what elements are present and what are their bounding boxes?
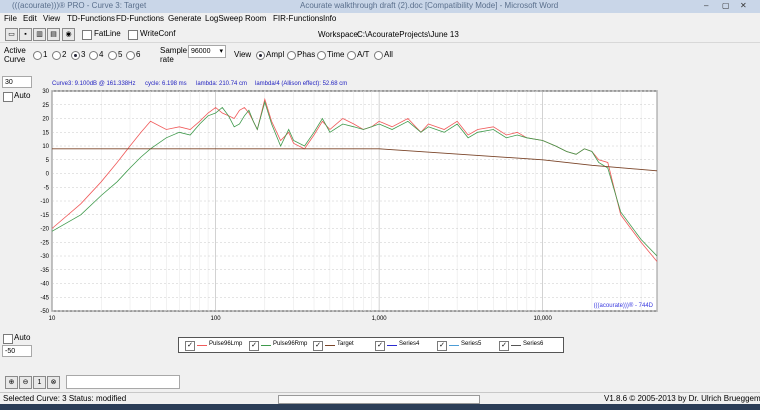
y-tick-label: -45 (40, 295, 49, 301)
legend-checkbox-6[interactable]: ✓ (499, 341, 509, 351)
reset-icon[interactable]: ⊗ (47, 376, 60, 389)
legend-swatch-6 (511, 345, 521, 346)
zoom-out-icon[interactable]: ⊖ (19, 376, 32, 389)
legend-label-6: Series6 (523, 341, 544, 347)
chart-watermark: (((acourate)))® - 744D (594, 302, 654, 309)
zoom-input[interactable] (66, 375, 180, 389)
y-tick-label: -30 (40, 254, 49, 260)
zoom-in-icon[interactable]: ⊕ (5, 376, 18, 389)
legend-label-2: Pulse96Rmp (273, 341, 308, 347)
y-tick-label: -35 (40, 268, 49, 274)
legend-swatch-5 (449, 345, 459, 346)
y-tick-label: 15 (42, 130, 49, 136)
y-tick-label: -10 (40, 199, 49, 205)
y-tick-label: 10 (42, 144, 49, 150)
y-tick-label: -5 (44, 185, 50, 191)
version-text: V1.8.6 © 2005-2013 by Dr. Ulrich Bruegge… (604, 394, 760, 403)
legend-label-1: Pulse96Lmp (209, 341, 243, 347)
y-tick-label: -15 (40, 213, 49, 219)
legend-swatch-2 (261, 345, 271, 346)
legend-label-4: Series4 (399, 341, 420, 347)
legend-label-3: Target (337, 341, 354, 347)
os-taskbar (0, 404, 760, 410)
legend-checkbox-3[interactable]: ✓ (313, 341, 323, 351)
y-tick-label: 25 (42, 103, 49, 109)
status-text: Selected Curve: 3 Status: modified (3, 394, 127, 403)
legend-checkbox-1[interactable]: ✓ (185, 341, 195, 351)
y-tick-label: 5 (46, 158, 50, 164)
legend-swatch-4 (387, 345, 397, 346)
x-tick-label: 10,000 (533, 316, 552, 322)
y-tick-label: 0 (46, 172, 50, 178)
y-tick-label: 30 (42, 89, 49, 95)
legend-label-5: Series5 (461, 341, 482, 347)
x-tick-label: 10 (49, 316, 56, 322)
x-tick-label: 1,000 (372, 316, 388, 322)
y-tick-label: -25 (40, 240, 49, 246)
chart-legend: ✓ Pulse96Lmp ✓ Pulse96Rmp ✓ Target ✓ Series4… (178, 337, 564, 353)
legend-checkbox-5[interactable]: ✓ (437, 341, 447, 351)
x-tick-label: 100 (211, 316, 222, 322)
legend-swatch-1 (197, 345, 207, 346)
progress-bar (278, 395, 480, 404)
legend-checkbox-4[interactable]: ✓ (375, 341, 385, 351)
y-tick-label: -40 (40, 282, 49, 288)
legend-checkbox-2[interactable]: ✓ (249, 341, 259, 351)
zoom-reset-1-button[interactable]: 1 (33, 376, 46, 389)
y-tick-label: -20 (40, 227, 49, 233)
legend-swatch-3 (325, 345, 335, 346)
y-tick-label: 20 (42, 117, 49, 123)
y-tick-label: -50 (40, 309, 49, 315)
